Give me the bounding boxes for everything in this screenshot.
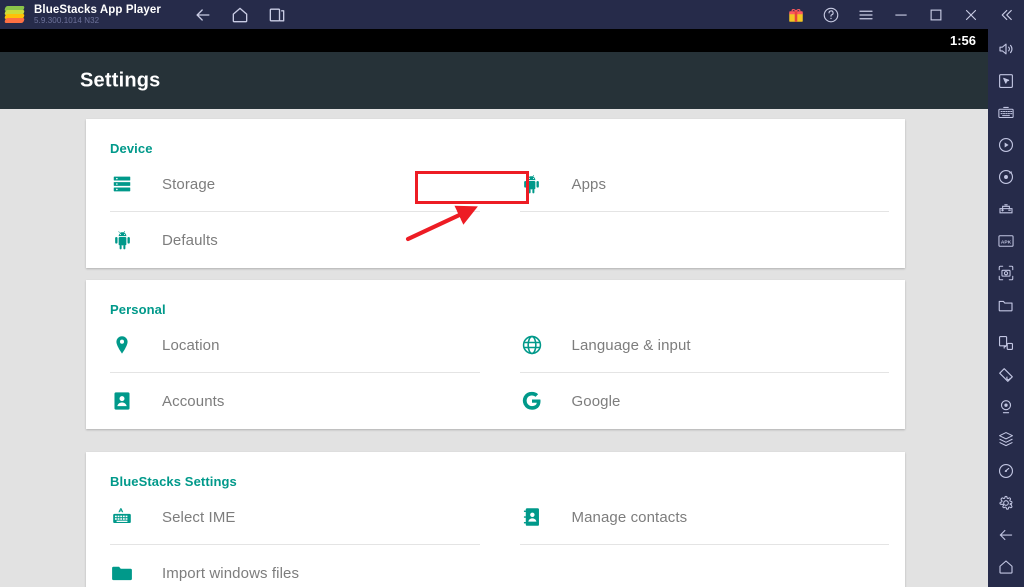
location-spoof-icon[interactable] — [992, 393, 1020, 421]
svg-text:APK: APK — [1001, 239, 1012, 245]
section-card-bluestacks-settings: BlueStacks Settings Select IME Manage co… — [86, 452, 905, 587]
settings-row-select-ime[interactable]: Select IME — [86, 489, 496, 545]
app-name: BlueStacks App Player — [34, 3, 161, 16]
back-arrow-icon[interactable] — [992, 521, 1020, 549]
bluestacks-window: BlueStacks App Player 5.9.300.1014 N32 1… — [0, 0, 1024, 587]
settings-row-label: Defaults — [162, 231, 218, 249]
maximize-icon[interactable] — [927, 6, 945, 24]
settings-row-empty — [496, 212, 906, 268]
status-bar-clock: 1:56 — [949, 33, 976, 48]
section-card-personal: Personal Location Language & input Accou… — [86, 280, 905, 429]
window-title-bar: BlueStacks App Player 5.9.300.1014 N32 — [0, 0, 1024, 29]
section-header-bluestacks-settings: BlueStacks Settings — [110, 474, 237, 489]
settings-row-import-windows-files[interactable]: Import windows files — [86, 545, 496, 587]
settings-row-location[interactable]: Location — [86, 317, 496, 373]
layers-icon[interactable] — [992, 425, 1020, 453]
minimize-icon[interactable] — [892, 6, 910, 24]
settings-content[interactable]: Device Storage Apps Defaults Personal Lo… — [0, 109, 988, 587]
recents-icon[interactable] — [267, 5, 287, 25]
settings-row-label: Import windows files — [162, 564, 300, 582]
settings-row-label: Select IME — [162, 508, 236, 526]
media-folder-icon[interactable] — [992, 291, 1020, 319]
section-header-device: Device — [110, 141, 153, 156]
screenshot-icon[interactable] — [992, 259, 1020, 287]
contacts-book-icon — [520, 505, 544, 529]
bluestacks-sidebar: APK — [988, 29, 1024, 587]
settings-row-accounts[interactable]: Accounts — [86, 373, 496, 429]
titlebar-nav-icons — [193, 5, 287, 25]
settings-row-label: Google — [571, 392, 621, 410]
storage-icon — [110, 172, 134, 196]
settings-row-label: Language & input — [571, 336, 691, 354]
volume-icon[interactable] — [992, 35, 1020, 63]
location-pin-icon — [110, 333, 134, 357]
bluestacks-layers-logo — [4, 4, 26, 26]
settings-row-google[interactable]: Google — [496, 373, 906, 429]
android-robot-icon — [520, 172, 544, 196]
settings-row-label: Manage contacts — [571, 508, 688, 526]
back-icon[interactable] — [193, 5, 213, 25]
install-apk-icon[interactable]: APK — [992, 227, 1020, 255]
android-robot-icon — [110, 228, 134, 252]
section-rows-bluestacks-settings: Select IME Manage contacts Import window… — [86, 489, 905, 587]
settings-row-label: Location — [162, 336, 220, 354]
window-controls — [787, 6, 1024, 24]
account-badge-icon — [110, 389, 134, 413]
google-g-icon — [520, 389, 544, 413]
folder-icon — [110, 561, 134, 585]
settings-row-label: Accounts — [162, 392, 225, 410]
app-version: 5.9.300.1014 N32 — [34, 15, 100, 25]
settings-row-apps[interactable]: Apps — [496, 156, 906, 212]
settings-row-label: Storage — [162, 175, 216, 193]
android-status-bar: 1:56 — [0, 29, 988, 52]
section-rows-personal: Location Language & input Accounts Googl… — [86, 317, 905, 429]
gift-icon[interactable] — [787, 6, 805, 24]
shake-icon[interactable] — [992, 361, 1020, 389]
globe-icon — [520, 333, 544, 357]
multi-controls-icon[interactable] — [992, 195, 1020, 223]
settings-row-language-input[interactable]: Language & input — [496, 317, 906, 373]
collapse-icon[interactable] — [997, 6, 1015, 24]
settings-row-storage[interactable]: Storage — [86, 156, 496, 212]
settings-row-empty — [496, 545, 906, 587]
app-title-block: BlueStacks App Player 5.9.300.1014 N32 — [34, 4, 161, 25]
settings-row-manage-contacts[interactable]: Manage contacts — [496, 489, 906, 545]
section-header-personal: Personal — [110, 302, 166, 317]
help-icon[interactable] — [822, 6, 840, 24]
section-rows-device: Storage Apps Defaults — [86, 156, 905, 268]
keyboard-controls-icon[interactable] — [992, 99, 1020, 127]
page-title: Settings — [80, 69, 161, 91]
performance-icon[interactable] — [992, 457, 1020, 485]
pointer-icon[interactable] — [992, 67, 1020, 95]
settings-app-bar: Settings — [0, 52, 988, 109]
settings-row-label: Apps — [571, 175, 607, 193]
record-screen-icon[interactable] — [992, 131, 1020, 159]
menu-icon[interactable] — [857, 6, 875, 24]
settings-gear-icon[interactable] — [992, 489, 1020, 517]
section-card-device: Device Storage Apps Defaults — [86, 119, 905, 268]
close-icon[interactable] — [962, 6, 980, 24]
multi-instance-icon[interactable] — [992, 329, 1020, 357]
home-icon[interactable] — [230, 5, 250, 25]
keyboard-icon — [110, 505, 134, 529]
home-nav-icon[interactable] — [992, 553, 1020, 581]
macro-recorder-icon[interactable] — [992, 163, 1020, 191]
settings-row-defaults[interactable]: Defaults — [86, 212, 496, 268]
